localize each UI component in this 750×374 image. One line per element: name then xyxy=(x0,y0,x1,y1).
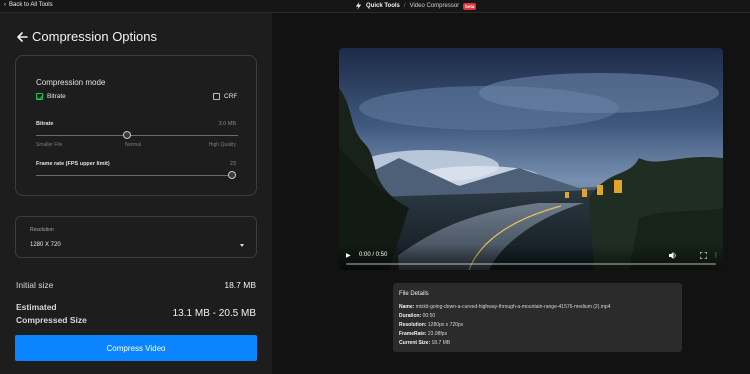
initial-size-label: Initial size xyxy=(16,280,54,290)
resolution-value: 1280 X 720 xyxy=(30,242,61,248)
file-detail-current-size: Current Size: 18.7 MB xyxy=(399,340,451,346)
bitrate-checkbox-label: Bitrate xyxy=(47,93,66,100)
estimated-size-value: 13.1 MB - 20.5 MB xyxy=(172,308,256,319)
bitrate-slider-handle[interactable] xyxy=(122,131,131,139)
framerate-slider-value: 23 xyxy=(229,161,236,167)
back-label: Back to All Tools xyxy=(9,2,53,8)
file-details-card: File Details Name: mixkit-going-down-a-c… xyxy=(393,283,682,352)
bitrate-slider-label: Bitrate xyxy=(36,121,54,127)
more-vert-icon[interactable]: ⋮ xyxy=(713,252,719,259)
video-frame xyxy=(339,48,723,270)
file-details-title: File Details xyxy=(399,291,429,297)
panel-header: Compression Options xyxy=(16,29,157,44)
volume-icon[interactable] xyxy=(669,252,677,261)
dropdown-caret-icon xyxy=(240,244,244,247)
file-detail-framerate: FrameRate: 23.98fps xyxy=(399,331,448,337)
checkbox-checked-icon xyxy=(36,93,43,100)
slider-tick-high-quality: High Quality xyxy=(208,142,236,148)
bitrate-checkbox[interactable]: Bitrate xyxy=(36,93,66,100)
framerate-slider-handle[interactable] xyxy=(228,171,236,179)
video-player[interactable]: ▶ 0:00 / 0:50 ⋮ xyxy=(339,48,723,270)
chevron-left-icon: ‹ xyxy=(4,2,6,8)
breadcrumb-quick-tools[interactable]: Quick Tools xyxy=(366,3,400,9)
crf-checkbox[interactable]: CRF xyxy=(213,93,237,100)
fullscreen-icon[interactable] xyxy=(699,251,708,261)
breadcrumb-separator: / xyxy=(403,3,406,9)
file-detail-resolution: Resolution: 1280px x 720px xyxy=(399,322,464,328)
initial-size-value: 18.7 MB xyxy=(224,280,256,290)
framerate-slider-label: Frame rate (FPS upper limit) xyxy=(36,161,110,167)
compression-mode-card: Compression mode Bitrate CRF Bitrate 3.0… xyxy=(15,55,257,196)
video-progress-bar[interactable] xyxy=(346,263,716,265)
file-detail-duration: Duration: 00:50 xyxy=(399,313,436,319)
lightning-icon xyxy=(355,2,362,10)
compress-video-button[interactable]: Compress Video xyxy=(15,335,257,361)
time-display: 0:00 / 0:50 xyxy=(359,252,388,258)
bitrate-slider-value: 3.0 MB xyxy=(218,121,236,127)
breadcrumb: Quick Tools / Video Compressor beta xyxy=(355,2,477,10)
estimated-label-line2: Compressed Size xyxy=(16,315,87,325)
checkbox-unchecked-icon xyxy=(213,93,220,100)
top-bar: ‹ Back to All Tools Quick Tools / Video … xyxy=(0,0,750,13)
arrow-left-icon[interactable] xyxy=(16,31,28,43)
slider-tick-normal: Normal xyxy=(125,142,142,148)
compression-mode-title: Compression mode xyxy=(36,78,106,87)
file-detail-name: Name: mixkit-going-down-a-curved-highway… xyxy=(399,304,611,310)
slider-tick-smaller-file: Smaller File xyxy=(36,142,63,148)
beta-badge: beta xyxy=(463,2,477,10)
resolution-label: Resolution xyxy=(30,227,54,233)
play-icon[interactable]: ▶ xyxy=(346,252,351,259)
framerate-slider[interactable] xyxy=(36,171,236,179)
resolution-select[interactable]: Resolution 1280 X 720 xyxy=(15,216,257,258)
estimated-label-line1: Estimated xyxy=(16,302,57,312)
player-controls: ▶ 0:00 / 0:50 ⋮ xyxy=(339,244,723,270)
crf-checkbox-label: CRF xyxy=(224,93,238,100)
bitrate-slider[interactable] xyxy=(36,131,238,139)
back-to-all-tools-link[interactable]: ‹ Back to All Tools xyxy=(4,2,53,8)
breadcrumb-current-tool: Video Compressor xyxy=(409,3,460,9)
page-title: Compression Options xyxy=(32,29,157,44)
